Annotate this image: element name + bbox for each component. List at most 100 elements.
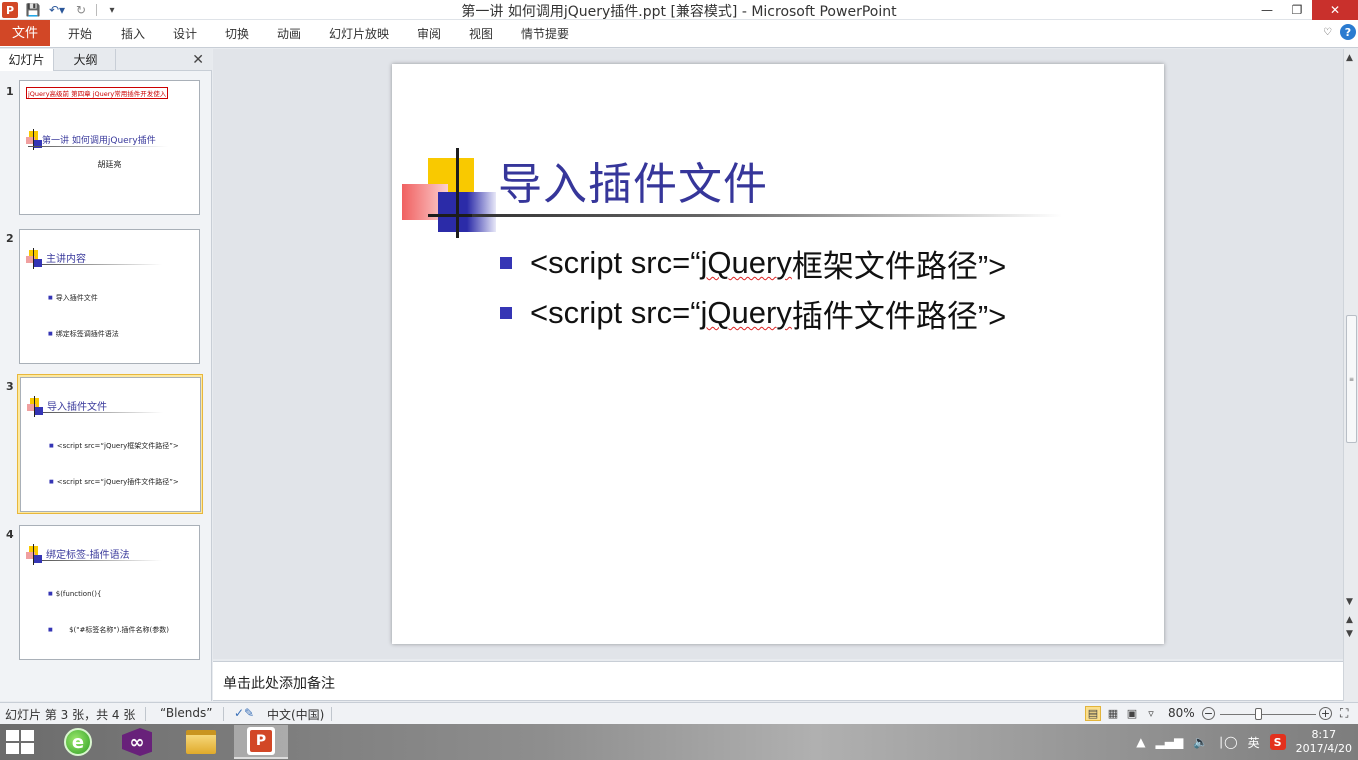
slide-thumbnail-canvas: 导入插件文件 <script src=“jQuery框架文件路径”> <scri… xyxy=(20,377,201,512)
thumb-bullet: <script src=“jQuery框架文件路径”> xyxy=(49,440,179,452)
tab-design[interactable]: 设计 xyxy=(173,23,197,45)
bullet-text-suffix: 插件文件路径”> xyxy=(791,298,1007,334)
redo-icon[interactable]: ↻ xyxy=(72,2,90,18)
slide-number: 1 xyxy=(6,85,14,98)
slide-thumbnail-2[interactable]: 主讲内容 导入插件文件 绑定标签调插件语法 xyxy=(17,227,203,367)
thumb-bullets: <script src=“jQuery框架文件路径”> <script src=… xyxy=(49,416,179,511)
slide-title[interactable]: 导入插件文件 xyxy=(498,148,768,212)
slide-thumbnail-canvas: jQuery高级前 第四章 jQuery常用插件开发使入 第一讲 如何调用jQu… xyxy=(19,80,200,215)
thumb-bullet: $(function(){ xyxy=(48,588,169,600)
notes-placeholder[interactable]: 单击此处添加备注 xyxy=(223,673,335,693)
close-panel-icon[interactable]: ✕ xyxy=(192,52,204,68)
browser-icon: e xyxy=(64,728,92,756)
zoom-slider-track[interactable] xyxy=(1220,714,1316,715)
tab-slides[interactable]: 幻灯片 xyxy=(0,49,54,71)
bullet-text-spellcheck: jQuery xyxy=(700,245,792,280)
show-hidden-icons-icon[interactable]: ▲ xyxy=(1136,735,1145,749)
slideshow-view-icon[interactable]: ▿ xyxy=(1143,706,1159,721)
tab-view[interactable]: 视图 xyxy=(469,23,493,45)
bullet-square-icon xyxy=(500,257,512,269)
thumb-bullet: 绑定标签调插件语法 xyxy=(48,328,119,340)
slide-thumbnail-canvas: 绑定标签-插件语法 $(function(){ $("#标签名称").插件名称(… xyxy=(19,525,200,660)
slide-number: 2 xyxy=(6,232,14,245)
tab-outline[interactable]: 大纲 xyxy=(56,49,116,71)
next-slide-icon[interactable]: ▼ xyxy=(1346,629,1353,639)
bullet-item: <script src=“ jQuery 插件文件路径”> xyxy=(500,288,1006,338)
sogou-ime-icon[interactable]: S xyxy=(1269,734,1286,750)
language-status[interactable]: 中文(中国) xyxy=(267,706,324,723)
reading-view-icon[interactable]: ▣ xyxy=(1124,706,1140,721)
zoom-out-icon[interactable]: − xyxy=(1202,707,1215,720)
slide-thumbnail-1[interactable]: jQuery高级前 第四章 jQuery常用插件开发使入 第一讲 如何调用jQu… xyxy=(17,78,203,218)
slide-thumbnail-4[interactable]: 绑定标签-插件语法 $(function(){ $("#标签名称").插件名称(… xyxy=(17,523,203,663)
vertical-scrollbar[interactable]: ▲ ≡ ▼ ▲ ▼ xyxy=(1343,49,1358,701)
thumb-author: 胡廷亮 xyxy=(97,160,122,169)
taskbar-powerpoint-app[interactable]: P xyxy=(234,725,288,759)
minimize-ribbon-icon[interactable]: ♡ xyxy=(1323,27,1332,38)
theme-name-status[interactable]: “Blends” xyxy=(160,706,213,720)
ribbon-right-controls: ♡ ? xyxy=(1323,24,1356,40)
tab-storyboarding[interactable]: 情节提要 xyxy=(521,23,569,45)
thumb-title: 主讲内容 xyxy=(46,254,86,265)
slide-sorter-icon[interactable]: ▦ xyxy=(1105,706,1121,721)
bullet-item: <script src=“ jQuery 框架文件路径”> xyxy=(500,238,1006,288)
thumb-rule xyxy=(42,264,162,265)
powerpoint-logo-icon[interactable]: P xyxy=(2,2,18,18)
title-rule xyxy=(472,214,1062,217)
thumb-header-box: jQuery高级前 第四章 jQuery常用插件开发使入 xyxy=(26,87,169,99)
input-mode-icon[interactable]: ∣◯ xyxy=(1218,735,1237,749)
tab-home[interactable]: 开始 xyxy=(68,23,92,45)
network-icon[interactable]: ▂▄▆ xyxy=(1156,735,1184,749)
notes-pane[interactable]: 单击此处添加备注 xyxy=(213,661,1343,701)
status-bar: 幻灯片 第 3 张，共 4 张 “Blends” ✓✎ 中文(中国) ▤ ▦ ▣… xyxy=(0,702,1358,724)
zoom-slider-knob[interactable] xyxy=(1254,708,1262,720)
minimize-icon[interactable]: — xyxy=(1252,0,1282,20)
save-icon[interactable]: 💾 xyxy=(24,2,42,18)
restore-icon[interactable]: ❐ xyxy=(1282,0,1312,20)
undo-icon[interactable]: ↶▾ xyxy=(48,2,66,18)
tab-transitions[interactable]: 切换 xyxy=(225,23,249,45)
tab-review[interactable]: 审阅 xyxy=(417,23,441,45)
thumb-bullets: 导入插件文件 绑定标签调插件语法 xyxy=(48,268,119,363)
tab-insert[interactable]: 插入 xyxy=(121,23,145,45)
title-bar: P 💾 ↶▾ ↻ ▾ 第一讲 如何调用jQuery插件.ppt [兼容模式] -… xyxy=(0,0,1358,20)
scroll-up-icon[interactable]: ▲ xyxy=(1346,53,1353,63)
close-icon[interactable]: ✕ xyxy=(1312,0,1358,20)
help-icon[interactable]: ? xyxy=(1340,24,1356,40)
taskbar-browser-app[interactable]: e xyxy=(51,725,105,759)
taskbar-file-explorer-app[interactable] xyxy=(174,725,228,759)
normal-view-icon[interactable]: ▤ xyxy=(1085,706,1101,721)
thumb-bullet: <script src=“jQuery插件文件路径”> xyxy=(49,476,179,488)
thumb-rule xyxy=(42,560,162,561)
visual-studio-icon: ∞ xyxy=(122,728,152,756)
clock-time: 8:17 xyxy=(1311,728,1337,741)
zoom-level[interactable]: 80% xyxy=(1168,706,1195,720)
thumb-bullets: $(function(){ $("#标签名称").插件名称(参数) }) xyxy=(48,564,169,659)
previous-slide-icon[interactable]: ▲ xyxy=(1346,615,1353,625)
fit-to-window-icon[interactable]: ⛶ xyxy=(1340,706,1348,721)
bullet-text-spellcheck: jQuery xyxy=(700,295,792,330)
volume-icon[interactable]: 🔈 xyxy=(1193,735,1208,749)
windows-taskbar: e ∞ P ▲ ▂▄▆ 🔈 ∣◯ 英 S 8:17 2017/4/20 xyxy=(0,724,1358,760)
slide-bullets[interactable]: <script src=“ jQuery 框架文件路径”> <script src=… xyxy=(500,238,1006,338)
ime-language[interactable]: 英 xyxy=(1248,734,1260,751)
thumb-bullet: $("#标签名称").插件名称(参数) xyxy=(48,624,169,636)
scroll-down-icon[interactable]: ▼ xyxy=(1346,597,1353,607)
tab-file[interactable]: 文件 xyxy=(0,20,50,46)
slide-canvas[interactable]: 导入插件文件 <script src=“ jQuery 框架文件路径”> <scri… xyxy=(392,64,1164,644)
clock-date: 2017/4/20 xyxy=(1295,742,1352,755)
thumb-rule xyxy=(28,146,168,147)
spellcheck-icon[interactable]: ✓✎ xyxy=(234,706,254,720)
taskbar-visual-studio-app[interactable]: ∞ xyxy=(110,725,164,759)
windows-start-icon[interactable] xyxy=(6,730,34,754)
scroll-thumb[interactable]: ≡ xyxy=(1346,315,1357,443)
customize-qat-icon[interactable]: ▾ xyxy=(103,2,121,18)
panel-tabs: 幻灯片 大纲 ✕ xyxy=(0,49,212,71)
tab-animations[interactable]: 动画 xyxy=(277,23,301,45)
slide-thumbnail-3[interactable]: 导入插件文件 <script src=“jQuery框架文件路径”> <scri… xyxy=(17,374,203,514)
bullet-text-suffix: 框架文件路径”> xyxy=(791,248,1007,284)
zoom-in-icon[interactable]: + xyxy=(1319,707,1332,720)
thumb-rule xyxy=(43,412,163,413)
tab-slideshow[interactable]: 幻灯片放映 xyxy=(329,23,389,45)
clock[interactable]: 8:17 2017/4/20 xyxy=(1296,728,1352,756)
